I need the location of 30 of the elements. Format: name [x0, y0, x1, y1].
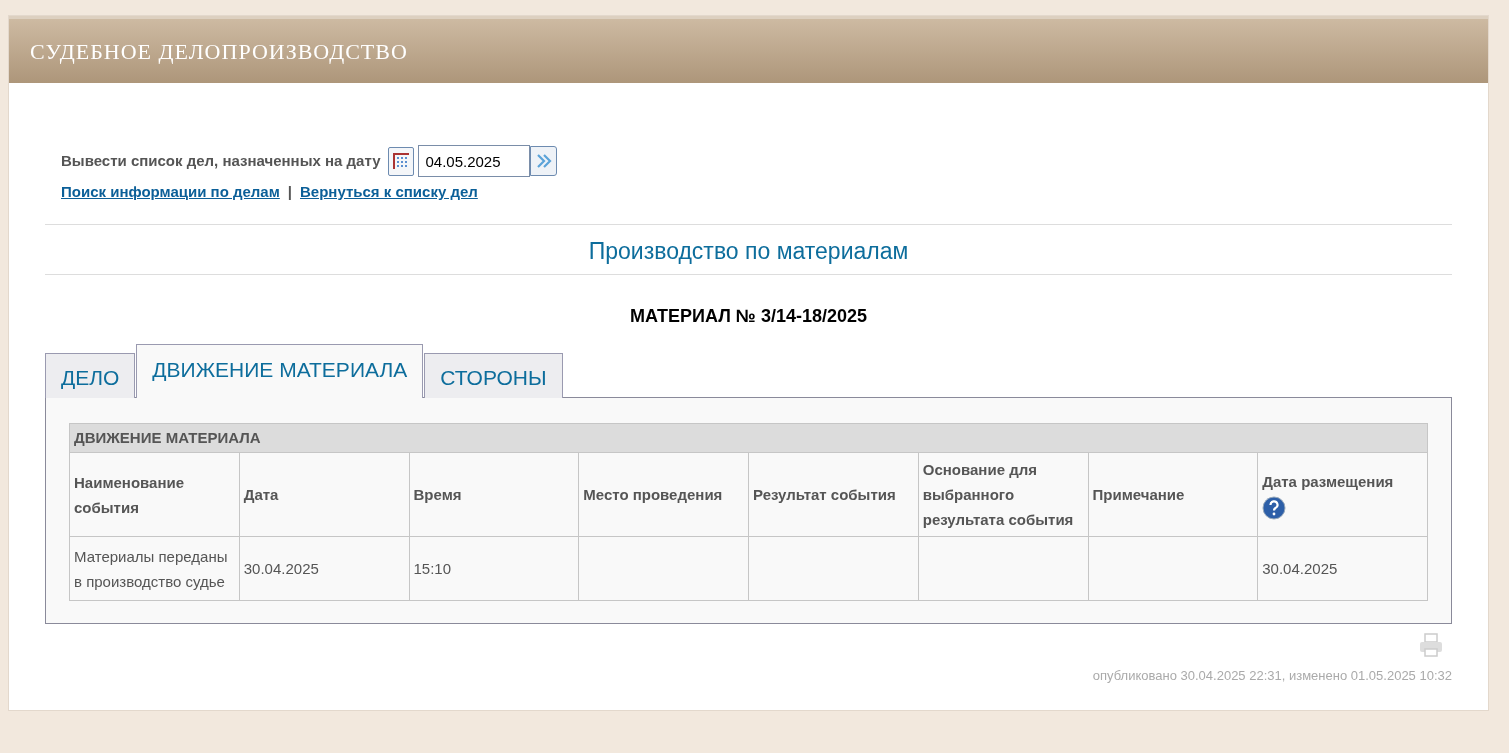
section-title: Производство по материалам: [45, 223, 1452, 275]
column-header: Время: [409, 452, 579, 537]
tab[interactable]: ДВИЖЕНИЕ МАТЕРИАЛА: [136, 344, 424, 398]
chevron-right-icon: [536, 153, 552, 169]
column-header: Результат события: [748, 452, 919, 537]
column-header: Наименование события: [69, 452, 240, 537]
table-caption: ДВИЖЕНИЕ МАТЕРИАЛА: [69, 423, 1428, 453]
table-cell: 30.04.2025: [1257, 536, 1428, 601]
site-title: СУДЕБНОЕ ДЕЛОПРОИЗВОДСТВО: [30, 37, 408, 66]
link-separator: |: [287, 182, 292, 202]
calendar-icon: [392, 152, 411, 170]
tab[interactable]: ДЕЛО: [45, 353, 136, 398]
publication-info: опубликовано 30.04.2025 22:31, изменено 01.05.2025 10:32: [1091, 667, 1452, 685]
table-cell: Материалы переданы в производство судье: [69, 536, 240, 601]
column-header: Дата: [239, 452, 409, 537]
column-header: Основание для выбранного результата события: [918, 452, 1088, 537]
date-filter-label: Вывести список дел, назначенных на дату: [61, 150, 381, 171]
table-cell: 30.04.2025: [239, 536, 409, 601]
column-header: Место проведения: [578, 452, 749, 537]
calendar-button[interactable]: [388, 146, 415, 176]
column-header: Примечание: [1088, 452, 1258, 537]
material-title: МАТЕРИАЛ № 3/14-18/2025: [628, 305, 869, 328]
table-cell: 15:10: [409, 536, 579, 601]
column-header: Дата размещения: [1262, 472, 1395, 492]
nav-link[interactable]: Вернуться к списку дел: [300, 181, 478, 204]
go-button[interactable]: [530, 146, 558, 176]
date-input[interactable]: 04.05.2025: [418, 145, 531, 177]
tab[interactable]: СТОРОНЫ: [424, 353, 563, 398]
nav-link[interactable]: Поиск информации по делам: [61, 181, 280, 204]
help-icon[interactable]: [1262, 496, 1287, 520]
